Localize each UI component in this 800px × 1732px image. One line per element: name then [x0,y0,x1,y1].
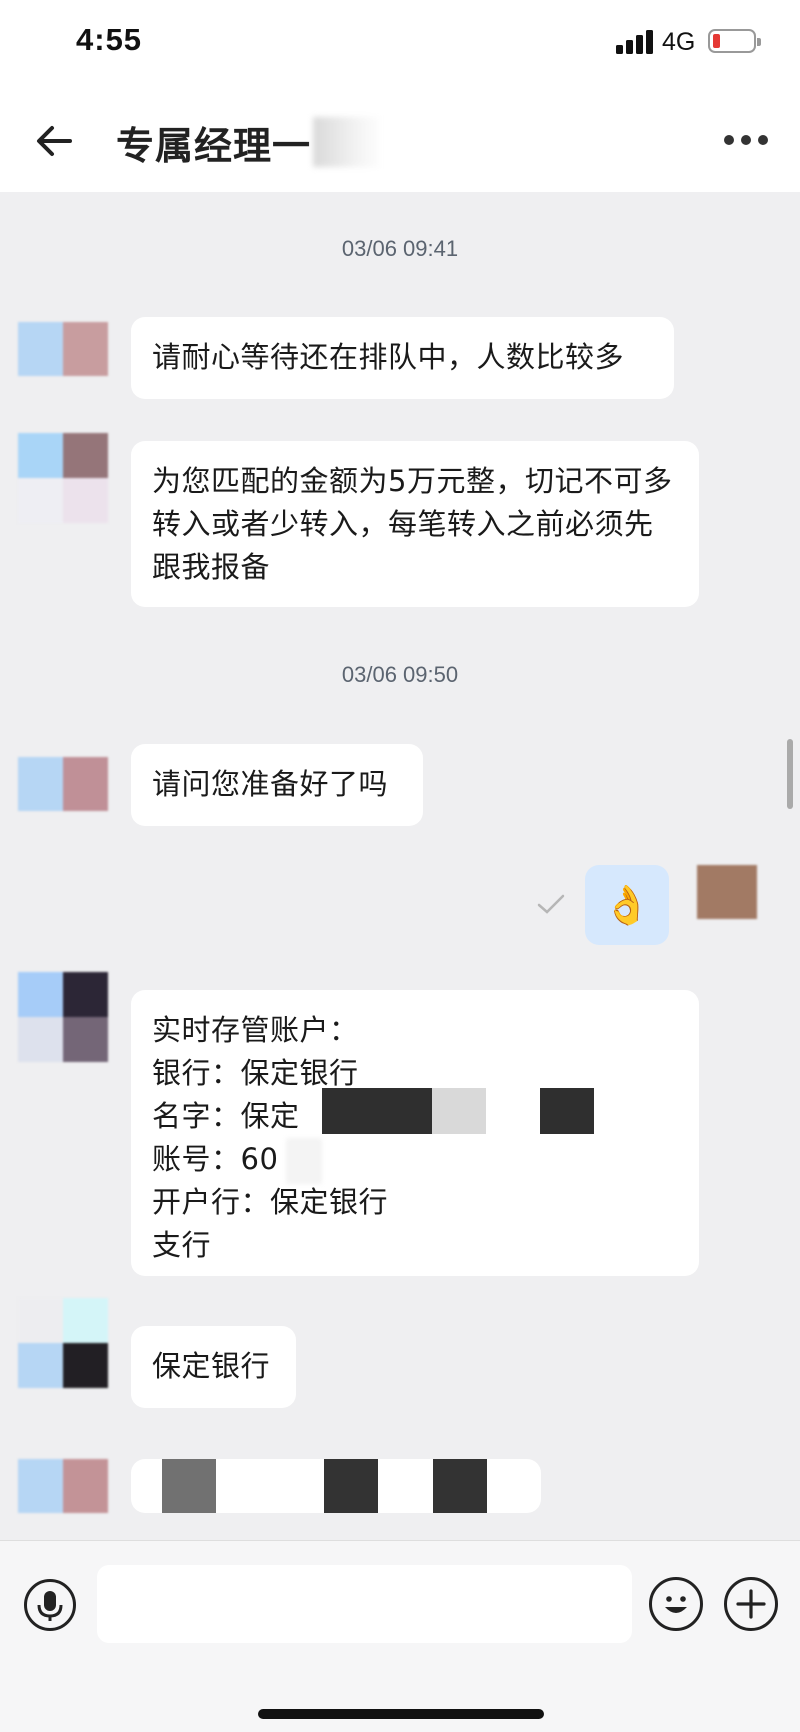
title-redaction [313,117,384,167]
back-button[interactable] [30,116,80,166]
status-time: 4:55 [76,22,143,57]
home-indicator [258,1709,544,1719]
battery-icon [708,29,761,53]
chat-area[interactable]: 03/06 09:41 请耐心等待还在排队中，人数比较多 为您匹配的金额为5万元… [0,192,800,1540]
plus-icon [736,1589,766,1619]
message-input[interactable] [97,1565,632,1643]
message-bubble[interactable]: 为您匹配的金额为5万元整，切记不可多转入或者少转入，每笔转入之前必须先跟我报备 [131,441,699,607]
voice-button[interactable] [24,1579,76,1631]
message-bubble[interactable]: 保定银行 [131,1326,296,1408]
message-bubble[interactable]: 请问您准备好了吗 [131,744,423,826]
emoji-button[interactable] [649,1577,703,1631]
chat-title-area: 专属经理一 [116,116,384,168]
more-functions-button[interactable] [724,1577,778,1631]
avatar[interactable] [18,1298,108,1388]
redaction-block [286,1138,322,1184]
redaction-block [322,1088,432,1134]
redaction-block [432,1088,486,1134]
self-message-bubble[interactable]: 👌 [585,865,669,945]
timestamp: 03/06 09:50 [341,662,459,687]
timestamp: 03/06 09:41 [341,236,459,261]
arrow-left-icon [37,126,72,156]
microphone-icon [37,1591,63,1621]
redacted-message-bubble[interactable] [131,1459,541,1513]
input-bar [0,1540,800,1732]
sent-check-icon [537,894,565,914]
avatar[interactable] [18,322,108,376]
avatar[interactable] [18,972,108,1062]
self-avatar[interactable] [697,865,757,919]
signal-icon [616,30,654,54]
message-bubble[interactable]: 请耐心等待还在排队中，人数比较多 [131,317,674,399]
scrollbar[interactable] [787,739,793,809]
chat-header: 专属经理一 [0,88,800,192]
status-bar: 4:55 4G [0,0,800,88]
chat-title: 专属经理一 [116,123,312,168]
avatar[interactable] [18,433,108,523]
redaction-block [540,1088,594,1134]
avatar[interactable] [18,1459,108,1513]
smiley-icon [665,1596,687,1613]
network-type: 4G [662,28,696,56]
more-button[interactable] [724,128,768,152]
avatar[interactable] [18,757,108,811]
